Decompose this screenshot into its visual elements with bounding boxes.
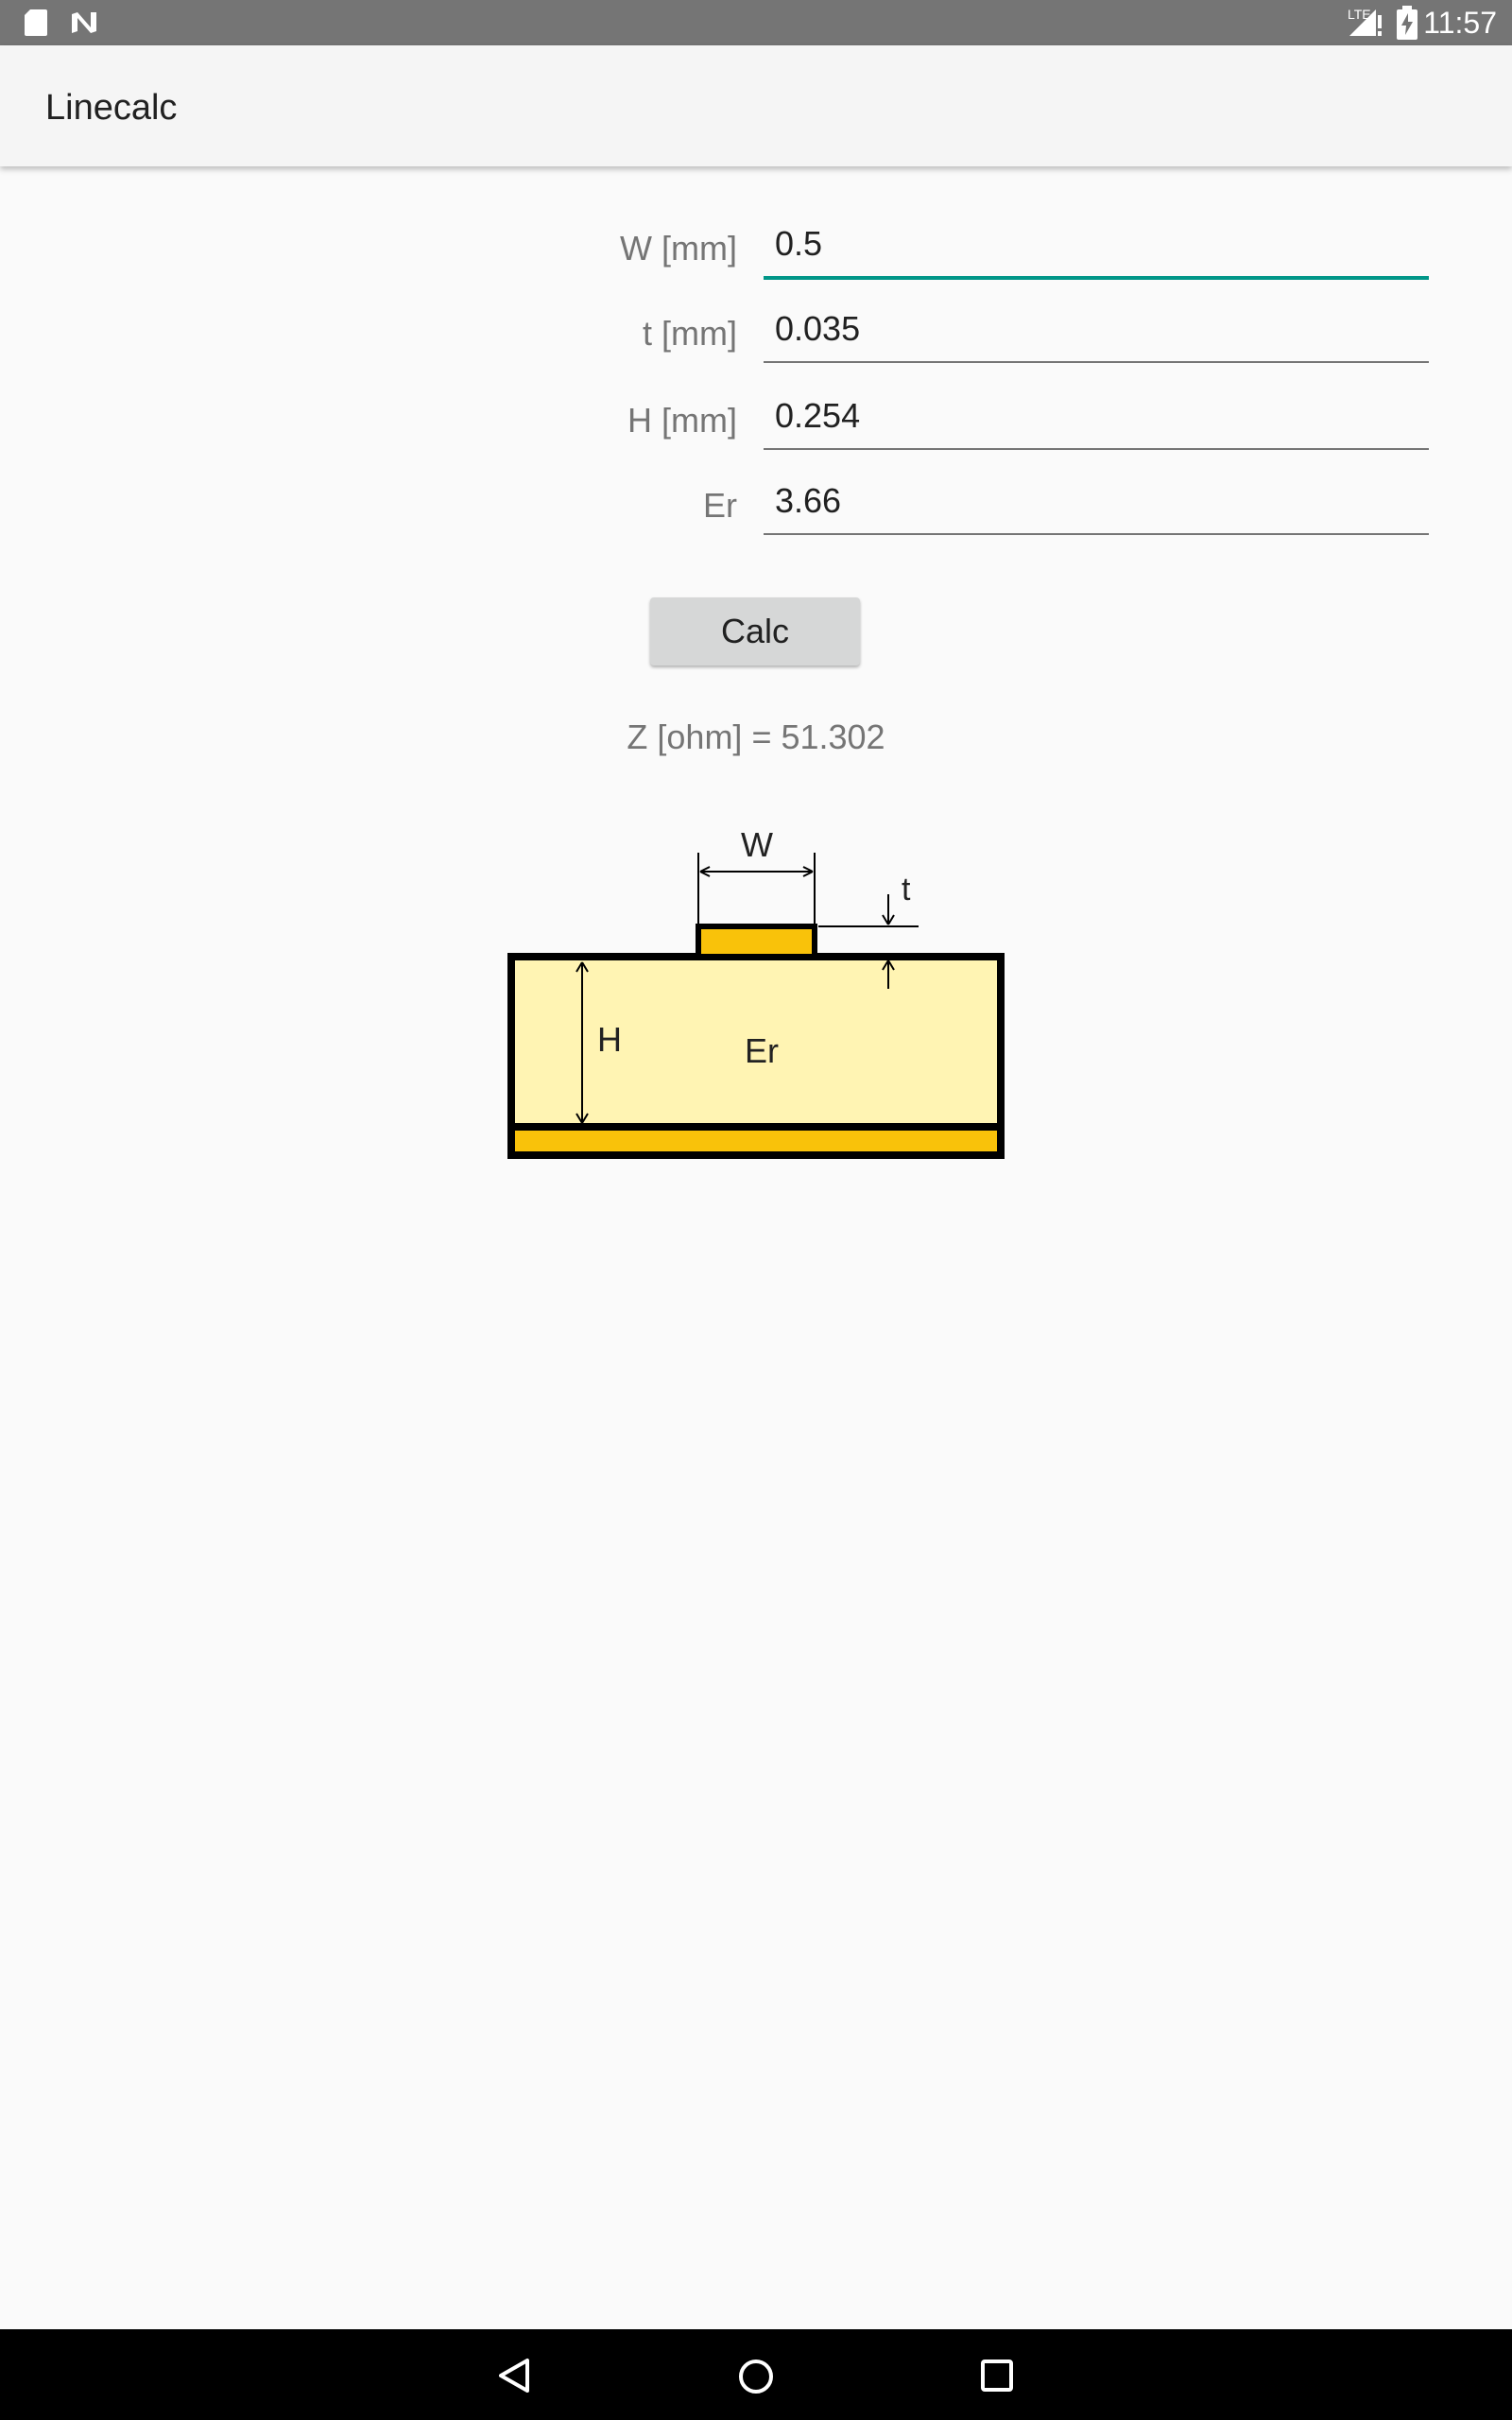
height-row: H [mm] — [0, 388, 1512, 454]
impedance-separator: = — [742, 717, 782, 756]
status-bar: LTE 11:57 — [0, 0, 1512, 45]
height-input[interactable] — [775, 393, 1418, 439]
permittivity-row: Er — [0, 473, 1512, 539]
ground-plane — [515, 1131, 997, 1151]
microstrip-diagram: W t H Er — [507, 825, 1005, 1159]
home-icon[interactable] — [737, 2358, 775, 2395]
height-label: H [mm] — [627, 401, 737, 440]
impedance-value: 51.302 — [781, 717, 885, 756]
impedance-label: Z [ohm] — [627, 717, 743, 756]
calc-button[interactable]: Calc — [650, 597, 860, 666]
app-bar: Linecalc — [0, 45, 1512, 166]
sd-card-icon — [25, 9, 47, 36]
width-dim-label: W — [741, 825, 773, 864]
thickness-row: t [mm] — [0, 301, 1512, 367]
thickness-field[interactable] — [764, 301, 1429, 363]
battery-charging-icon — [1397, 6, 1418, 40]
height-dim-label: H — [597, 1020, 622, 1059]
width-row: W [mm] — [0, 216, 1512, 282]
recents-icon[interactable] — [981, 2360, 1013, 2392]
impedance-result: Z [ohm] = 51.302 — [0, 717, 1512, 758]
trace-rect — [696, 924, 817, 959]
app-title: Linecalc — [45, 88, 178, 128]
nav-bar — [0, 2329, 1512, 2420]
thickness-label: t [mm] — [643, 314, 737, 353]
width-label: W [mm] — [620, 229, 737, 268]
permittivity-input[interactable] — [775, 478, 1418, 524]
n-notification-icon — [72, 12, 96, 33]
status-time: 11:57 — [1423, 6, 1497, 40]
back-icon[interactable] — [497, 2358, 531, 2394]
width-input[interactable] — [775, 221, 1418, 267]
signal-icon — [1349, 9, 1382, 36]
permittivity-label: Er — [703, 486, 737, 525]
thickness-dim-label: t — [902, 872, 911, 908]
permittivity-field[interactable] — [764, 473, 1429, 535]
height-field[interactable] — [764, 388, 1429, 450]
thickness-input[interactable] — [775, 306, 1418, 352]
width-field[interactable] — [764, 216, 1429, 280]
permittivity-dim-label: Er — [745, 1031, 779, 1070]
